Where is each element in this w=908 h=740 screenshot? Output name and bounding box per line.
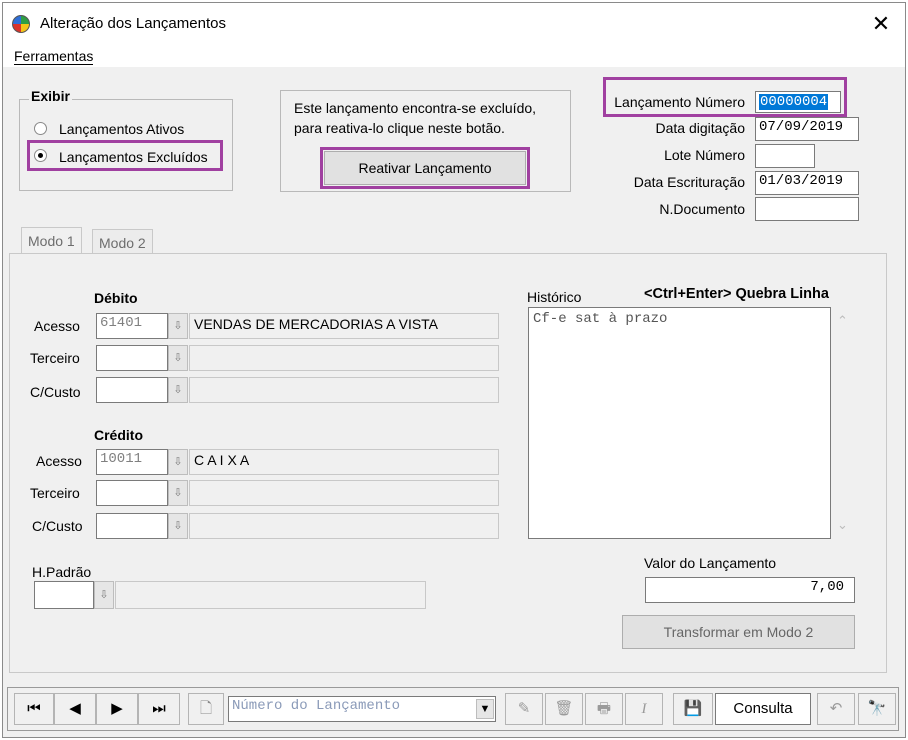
print-icon[interactable]: 🖶 <box>585 693 623 725</box>
credito-acesso-label: Acesso <box>36 453 82 469</box>
tab-modo-2[interactable]: Modo 2 <box>92 229 153 254</box>
radio-lancamentos-ativos-label[interactable]: Lançamentos Ativos <box>59 121 184 137</box>
next-record-icon[interactable]: ▶ <box>96 693 138 725</box>
valor-label: Valor do Lançamento <box>644 555 777 571</box>
credito-terceiro-field[interactable] <box>96 480 168 506</box>
mode-status-text: Consulta <box>733 700 793 717</box>
debito-ccusto-desc <box>189 377 499 403</box>
credito-terceiro-dropdown[interactable]: ⇩ <box>168 480 188 506</box>
credito-ccusto-desc <box>189 513 499 539</box>
edit-document-icon[interactable]: ✎ <box>505 693 543 725</box>
mode-status: Consulta <box>715 693 811 725</box>
delete-document-icon[interactable]: 🗑 <box>545 693 583 725</box>
hpadrao-dropdown[interactable]: ⇩ <box>94 581 114 609</box>
new-document-icon[interactable]: 🗋 <box>188 693 224 725</box>
prev-record-icon[interactable]: ◀ <box>54 693 96 725</box>
debito-title: Débito <box>94 290 138 306</box>
credito-acesso-code[interactable]: 10011 <box>96 449 168 475</box>
highlight-excluidos <box>27 140 223 171</box>
historico-hint: <Ctrl+Enter> Quebra Linha <box>644 286 829 302</box>
data-digitacao-label: Data digitação <box>655 120 745 136</box>
italic-icon[interactable]: I <box>625 693 663 725</box>
debito-terceiro-dropdown[interactable]: ⇩ <box>168 345 188 371</box>
debito-acesso-label: Acesso <box>34 318 80 334</box>
credito-title: Crédito <box>94 427 143 443</box>
menu-bar: Ferramentas <box>3 43 905 67</box>
credito-terceiro-desc <box>189 480 499 506</box>
highlight-reativar <box>320 147 530 189</box>
bottom-toolbar: ⏮ ◀ ▶ ⏭ 🗋 Número do Lançamento ▼ ✎ 🗑 🖶 I… <box>7 687 899 731</box>
debito-terceiro-label: Terceiro <box>30 350 80 366</box>
credito-ccusto-field[interactable] <box>96 513 168 539</box>
debito-acesso-dropdown[interactable]: ⇩ <box>168 313 188 339</box>
radio-lancamentos-ativos[interactable] <box>34 122 47 135</box>
n-documento-field[interactable] <box>755 197 859 221</box>
first-record-icon[interactable]: ⏮ <box>14 693 54 725</box>
hpadrao-label: H.Padrão <box>32 564 92 580</box>
historico-scroll-up-icon[interactable]: ⌃ <box>837 313 848 329</box>
data-escrituracao-field[interactable]: 01/03/2019 <box>755 171 859 195</box>
debito-ccusto-field[interactable] <box>96 377 168 403</box>
search-lancamento-combo[interactable]: Número do Lançamento <box>228 696 496 722</box>
notice-line-1: Este lançamento encontra-se excluído, <box>294 100 537 116</box>
save-icon[interactable]: 💾 <box>673 693 713 725</box>
notice-line-2: para reativa-lo clique neste botão. <box>294 120 505 136</box>
lancamento-numero-label: Lançamento Número <box>614 94 745 110</box>
main-window: Alteração dos Lançamentos ✕ Ferramentas … <box>2 2 906 738</box>
debito-acesso-desc: VENDAS DE MERCADORIAS A VISTA <box>189 313 499 339</box>
lote-numero-label: Lote Número <box>664 147 745 163</box>
lancamento-numero-field[interactable]: 00000004 <box>755 91 841 113</box>
lote-numero-field[interactable] <box>755 144 815 168</box>
historico-label: Histórico <box>527 289 582 305</box>
menu-ferramentas-label: Ferramentas <box>14 48 94 65</box>
credito-acesso-dropdown[interactable]: ⇩ <box>168 449 188 475</box>
hpadrao-field[interactable] <box>34 581 94 609</box>
search-lancamento-placeholder: Número do Lançamento <box>232 698 401 714</box>
credito-ccusto-label: C/Custo <box>32 518 83 534</box>
tab-modo-2-label: Modo 2 <box>99 235 146 251</box>
menu-ferramentas[interactable]: Ferramentas <box>14 48 94 65</box>
undo-icon[interactable]: ↶ <box>817 693 855 725</box>
debito-ccusto-dropdown[interactable]: ⇩ <box>168 377 188 403</box>
credito-ccusto-dropdown[interactable]: ⇩ <box>168 513 188 539</box>
n-documento-label: N.Documento <box>659 201 745 217</box>
exibir-title: Exibir <box>29 88 72 104</box>
search-combo-dropdown-icon[interactable]: ▼ <box>476 699 494 719</box>
lancamento-numero-value: 00000004 <box>759 94 829 110</box>
transformar-modo-2-button[interactable]: Transformar em Modo 2 <box>622 615 855 649</box>
historico-scroll-down-icon[interactable]: ⌄ <box>837 517 848 533</box>
debito-terceiro-desc <box>189 345 499 371</box>
valor-field[interactable]: 7,00 <box>645 577 855 603</box>
window-title: Alteração dos Lançamentos <box>40 15 226 32</box>
debito-acesso-code[interactable]: 61401 <box>96 313 168 339</box>
data-escrituracao-label: Data Escrituração <box>633 174 745 190</box>
debito-terceiro-field[interactable] <box>96 345 168 371</box>
tab-modo-1-label: Modo 1 <box>28 233 75 249</box>
historico-textarea[interactable]: Cf-e sat à prazo <box>528 307 831 539</box>
title-bar: Alteração dos Lançamentos ✕ <box>3 3 905 43</box>
credito-terceiro-label: Terceiro <box>30 485 80 501</box>
binoculars-icon[interactable]: 🔭 <box>858 693 896 725</box>
last-record-icon[interactable]: ⏭ <box>138 693 180 725</box>
hpadrao-desc <box>115 581 426 609</box>
app-icon <box>12 15 30 33</box>
data-digitacao-field[interactable]: 07/09/2019 <box>755 117 859 141</box>
tab-modo-1[interactable]: Modo 1 <box>21 227 82 254</box>
debito-ccusto-label: C/Custo <box>30 384 81 400</box>
close-button[interactable]: ✕ <box>863 9 899 39</box>
credito-acesso-desc: C A I X A <box>189 449 499 475</box>
